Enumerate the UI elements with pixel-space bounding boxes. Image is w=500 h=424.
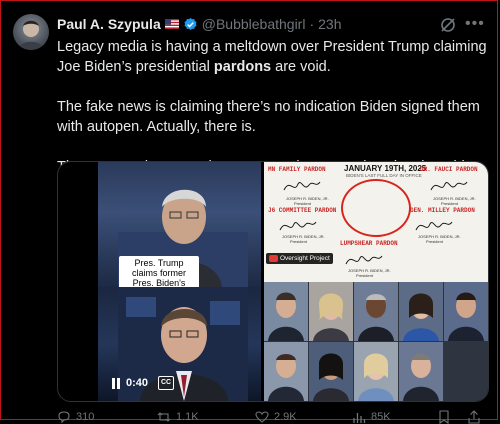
portrait-2 <box>309 282 353 341</box>
more-icon[interactable]: ••• <box>465 16 485 32</box>
separator-dot: · <box>309 16 315 32</box>
pause-icon[interactable] <box>111 378 121 389</box>
video-frame-bottom <box>98 287 261 401</box>
avatar[interactable] <box>13 14 49 50</box>
portrait-8 <box>354 342 398 401</box>
oversight-project-badge: Oversight Project <box>266 253 333 264</box>
video-frame-top: Pres. Trump claims former Pres. Biden's … <box>98 162 261 300</box>
verified-icon <box>184 17 197 30</box>
signature-5 <box>345 255 383 265</box>
pardon-label-fauci: DR. FAUCI PARDON <box>420 166 478 173</box>
cc-icon[interactable]: CC <box>158 376 174 390</box>
video-player[interactable]: Pres. Trump claims former Pres. Biden's … <box>98 162 261 401</box>
action-bar: 310 1.1K 2.9K 85K <box>57 410 487 424</box>
pardon-label-truncated: MN FAMILY PARDON <box>268 166 326 173</box>
pardon-label-milley: GEN. MILLEY PARDON <box>410 207 475 214</box>
author-handle[interactable]: @Bubblebathgirl <box>202 16 306 32</box>
portrait-4 <box>399 282 443 341</box>
signature-4 <box>415 221 453 231</box>
portrait-1 <box>264 282 308 341</box>
signature-1 <box>283 181 321 191</box>
us-flag-icon <box>164 19 179 29</box>
portrait-5 <box>444 282 488 341</box>
signature-2 <box>430 181 468 191</box>
video-timecode: 0:40 <box>126 377 149 389</box>
reply-count: 310 <box>76 411 95 423</box>
portrait-3 <box>354 282 398 341</box>
repost-count: 1.1K <box>176 411 199 423</box>
portrait-7 <box>309 342 353 401</box>
signature-1-title: President <box>294 201 311 206</box>
portrait-9 <box>399 342 443 401</box>
signature-5-title: President <box>356 273 373 278</box>
pardon-document-image[interactable]: JANUARY 19TH, 2025 BIDEN'S LAST FULL DAY… <box>264 162 488 282</box>
red-circle-annotation <box>341 179 411 237</box>
signature-4-title: President <box>426 239 443 244</box>
like-count: 2.9K <box>274 411 297 423</box>
author-name[interactable]: Paul A. Szypula <box>57 16 161 32</box>
signature-3-title: President <box>290 239 307 244</box>
document-date: JANUARY 19TH, 2025 <box>344 164 427 173</box>
grok-icon[interactable] <box>439 16 457 34</box>
tweet-paragraph-1: Legacy media is having a meltdown over P… <box>57 39 487 75</box>
portrait-grid[interactable] <box>264 282 488 401</box>
signature-2-title: President <box>441 201 458 206</box>
tweet-paragraph-2: The fake news is claiming there’s no ind… <box>57 99 480 135</box>
tweet-header: Paul A. Szypula @Bubblebathgirl · 23h <box>57 16 342 32</box>
portrait-6 <box>264 342 308 401</box>
pardon-label-lumpshear: LUMPSHEAR PARDON <box>340 240 398 247</box>
document-subtitle: BIDEN'S LAST FULL DAY IN OFFICE <box>346 173 422 178</box>
views-count: 85K <box>371 411 391 423</box>
signature-3 <box>279 221 317 231</box>
pardon-label-j6: J6 COMMITTEE PARDON <box>268 207 337 214</box>
media-container[interactable]: Pres. Trump claims former Pres. Biden's … <box>57 161 489 402</box>
timestamp[interactable]: 23h <box>318 16 341 32</box>
play-badge-icon <box>269 255 278 262</box>
